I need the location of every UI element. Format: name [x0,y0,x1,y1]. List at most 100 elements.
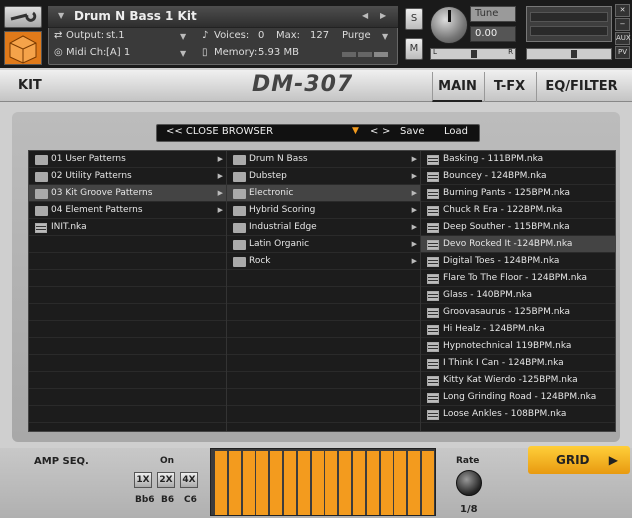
rate-knob[interactable] [456,470,482,496]
midi-channel-value[interactable]: [A] 1 [106,47,130,58]
next-preset-button[interactable]: > [382,126,390,137]
tab-eq-filter[interactable]: EQ/FILTER [536,72,626,102]
list-item[interactable]: Chuck R Era - 122BPM.nka [421,202,615,219]
list-item[interactable]: 03 Kit Groove Patterns ▶ [29,185,226,202]
level-meter [526,6,612,42]
max-label: Max: [276,30,301,41]
sequencer-step[interactable] [311,451,324,515]
sequencer-step[interactable] [284,451,296,515]
next-instrument-icon[interactable]: ▶ [380,11,386,20]
empty-row [29,236,226,253]
sequencer-step[interactable] [353,451,365,515]
grid-button[interactable]: GRID ▶ [528,446,630,474]
close-icon[interactable]: ✕ [615,4,630,17]
list-item[interactable]: Groovasaurus - 125BPM.nka [421,304,615,321]
list-item[interactable]: Industrial Edge ▶ [227,219,420,236]
output-dropdown-icon[interactable]: ▼ [180,32,186,41]
list-item[interactable]: 04 Element Patterns ▶ [29,202,226,219]
list-item[interactable]: Latin Organic ▶ [227,236,420,253]
tune-knob[interactable] [430,6,468,44]
sequencer-step[interactable] [366,451,379,515]
wrench-icon[interactable] [4,6,42,28]
save-button[interactable]: Save [400,126,425,137]
list-item[interactable]: Drum N Bass ▶ [227,151,420,168]
pan-slider[interactable]: L R [430,48,516,60]
minimize-icon[interactable]: − [615,18,630,31]
purge-dropdown-icon[interactable]: ▼ [382,32,388,41]
instrument-name[interactable]: Drum N Bass 1 Kit [74,9,197,23]
mute-button[interactable]: M [405,38,423,60]
sequencer-step[interactable] [256,451,269,515]
browser-dropdown-icon[interactable]: ▼ [352,126,359,136]
list-item[interactable]: Digital Toes - 124BPM.nka [421,253,615,270]
purge-indicator [342,52,356,57]
octave-2x-button[interactable]: 2X [157,472,175,488]
tune-value[interactable]: 0.00 [470,26,516,42]
list-item[interactable]: 01 User Patterns ▶ [29,151,226,168]
close-browser-button[interactable]: << CLOSE BROWSER [166,126,273,137]
list-item[interactable]: Loose Ankles - 108BPM.nka [421,406,615,423]
list-item[interactable]: Hybrid Scoring ▶ [227,202,420,219]
purge-label[interactable]: Purge [342,30,371,41]
list-item-label: 03 Kit Groove Patterns [51,188,153,198]
list-item[interactable]: Rock ▶ [227,253,420,270]
sequencer-step[interactable] [242,451,255,515]
output-icon: ⇄ [54,30,63,41]
sequencer-step[interactable] [380,451,393,515]
list-item[interactable]: Flare To The Floor - 124BPM.nka [421,270,615,287]
octave-4x-button[interactable]: 4X [180,472,198,488]
pv-button[interactable]: PV [615,46,630,59]
octave-1x-button[interactable]: 1X [134,472,152,488]
max-voices-value[interactable]: 127 [310,30,329,41]
chevron-right-icon: ▶ [411,240,417,248]
list-item[interactable]: Deep Souther - 115BPM.nka [421,219,615,236]
file-icon [427,410,439,420]
prev-instrument-icon[interactable]: ◀ [362,11,368,20]
list-item[interactable]: 02 Utility Patterns ▶ [29,168,226,185]
sequencer-step[interactable] [297,451,310,515]
list-item-label: 04 Element Patterns [51,205,143,215]
load-button[interactable]: Load [444,126,468,137]
list-item[interactable]: Devo Rocked It -124BPM.nka [421,236,615,253]
sequencer-step[interactable] [422,451,434,515]
list-item[interactable]: I Think I Can - 124BPM.nka [421,355,615,372]
list-item-label: Digital Toes - 124BPM.nka [443,256,560,266]
tab-tfx[interactable]: T-FX [484,72,534,102]
list-item[interactable]: Burning Pants - 125BPM.nka [421,185,615,202]
list-item[interactable]: Glass - 140BPM.nka [421,287,615,304]
list-item[interactable]: Electronic ▶ [227,185,420,202]
solo-button[interactable]: S [405,8,423,30]
sequencer-step[interactable] [215,451,227,515]
prev-preset-button[interactable]: < [370,126,378,137]
folder-icon [35,206,48,216]
list-item-label: Industrial Edge [249,222,317,232]
list-item[interactable]: Kitty Kat Wierdo -125BPM.nka [421,372,615,389]
list-item[interactable]: Hypnotechnical 119BPM.nka [421,338,615,355]
volume-slider[interactable] [526,48,612,60]
chevron-right-icon: ▶ [411,206,417,214]
list-item-label: Groovasaurus - 125BPM.nka [443,307,570,317]
output-value[interactable]: st.1 [106,30,125,41]
list-item[interactable]: Hi Healz - 124BPM.nka [421,321,615,338]
browser-column-files: Basking - 111BPM.nka Bouncey - 124BPM.nka… [421,151,615,431]
list-item[interactable]: Dubstep ▶ [227,168,420,185]
list-item-label: I Think I Can - 124BPM.nka [443,358,564,368]
list-item-label: Loose Ankles - 108BPM.nka [443,409,567,419]
midi-dropdown-icon[interactable]: ▼ [180,49,186,58]
tab-kit[interactable]: KIT [18,78,42,93]
list-item[interactable]: Long Grinding Road - 124BPM.nka [421,389,615,406]
list-item[interactable]: Basking - 111BPM.nka [421,151,615,168]
sequencer-step[interactable] [325,451,338,515]
sequencer-step[interactable] [270,451,283,515]
sequencer-step[interactable] [228,451,241,515]
list-item[interactable]: Bouncey - 124BPM.nka [421,168,615,185]
aux-button[interactable]: AUX [615,32,631,45]
expand-triangle-icon[interactable]: ▼ [58,11,64,20]
file-icon [35,223,47,233]
list-item[interactable]: INIT.nka [29,219,226,236]
tab-main[interactable]: MAIN [432,72,482,102]
sequencer-step[interactable] [394,451,407,515]
sequencer-step[interactable] [408,451,421,515]
file-icon [427,325,439,335]
sequencer-step[interactable] [339,451,352,515]
